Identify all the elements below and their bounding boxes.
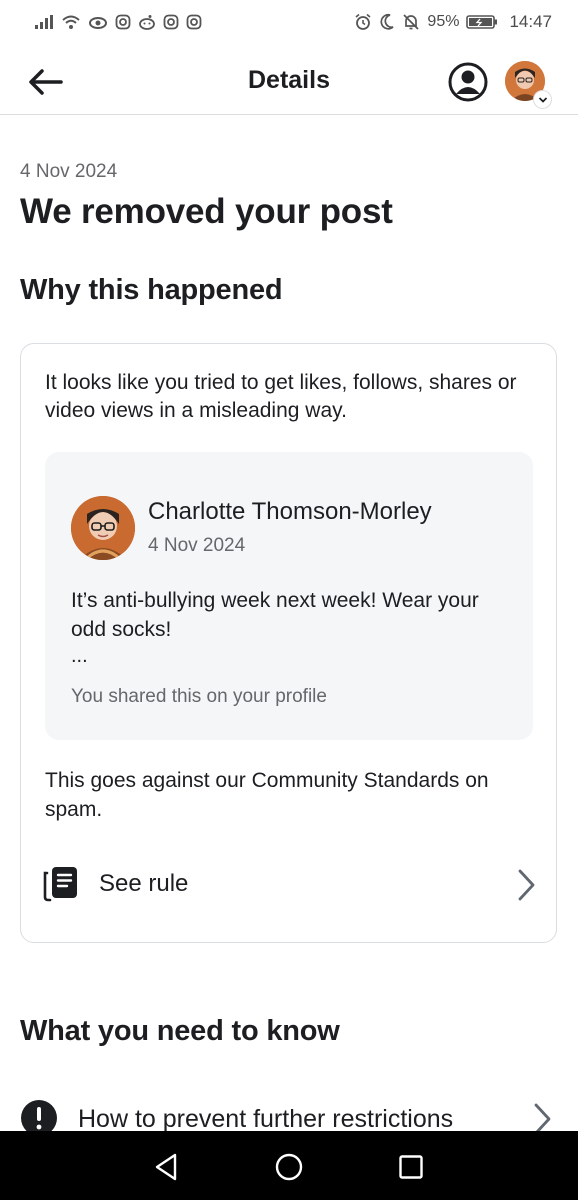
moon-icon: [379, 13, 395, 31]
post-preview: Charlotte Thomson-Morley 4 Nov 2024 It’s…: [45, 452, 533, 740]
see-rule-label: See rule: [99, 870, 189, 897]
status-bar: 95% 14:47: [0, 0, 578, 44]
instagram-icon: [186, 14, 202, 30]
chevron-right-icon: [518, 869, 535, 901]
status-left: [34, 14, 202, 30]
author-avatar: [71, 496, 135, 560]
post-text: It’s anti-bullying week next week! Wear …: [71, 589, 479, 641]
battery-icon: [466, 14, 498, 30]
eye-icon: [88, 14, 108, 30]
nav-back-button[interactable]: [146, 1147, 186, 1187]
status-right: 95% 14:47: [354, 12, 552, 32]
system-navigation-bar: [0, 1131, 578, 1200]
chevron-down-icon: [534, 91, 551, 108]
wifi-icon: [61, 14, 81, 30]
profile-button[interactable]: [447, 61, 489, 103]
triangle-back-icon: [155, 1153, 177, 1181]
rulebook-icon: [43, 867, 77, 902]
prevent-restrictions-label: How to prevent further restrictions: [78, 1105, 454, 1133]
clock: 14:47: [509, 12, 552, 31]
nav-home-button[interactable]: [269, 1147, 309, 1187]
account-switcher-button[interactable]: [505, 61, 551, 108]
notice-title: We removed your post: [20, 192, 393, 231]
know-heading: What you need to know: [20, 1015, 340, 1047]
standards-text: This goes against our Community Standard…: [45, 769, 489, 821]
instagram-icon: [115, 14, 131, 30]
shared-note: You shared this on your profile: [71, 686, 327, 707]
post-truncation: ...: [71, 645, 88, 667]
see-rule-button[interactable]: See rule: [37, 856, 541, 910]
why-heading: Why this happened: [20, 274, 283, 306]
square-recents-icon: [399, 1155, 423, 1179]
alarm-icon: [354, 13, 372, 31]
bell-off-icon: [402, 13, 420, 31]
reason-card: It looks like you tried to get likes, fo…: [20, 343, 557, 943]
profile-icon: [448, 62, 488, 102]
notice-date: 4 Nov 2024: [20, 161, 118, 182]
battery-percent: 95%: [427, 13, 460, 30]
prevent-restrictions-item[interactable]: How to prevent further restrictions: [20, 1096, 560, 1136]
reddit-icon: [138, 14, 156, 30]
post-date: 4 Nov 2024: [148, 535, 246, 556]
nav-recents-button[interactable]: [391, 1147, 431, 1187]
reason-text: It looks like you tried to get likes, fo…: [45, 371, 517, 422]
page-title-header: Details: [248, 66, 330, 94]
circle-home-icon: [275, 1153, 303, 1181]
instagram-icon: [163, 14, 179, 30]
top-app-bar: Details: [0, 50, 578, 115]
signal-icon: [34, 14, 54, 30]
post-author-name: Charlotte Thomson-Morley: [148, 498, 432, 525]
